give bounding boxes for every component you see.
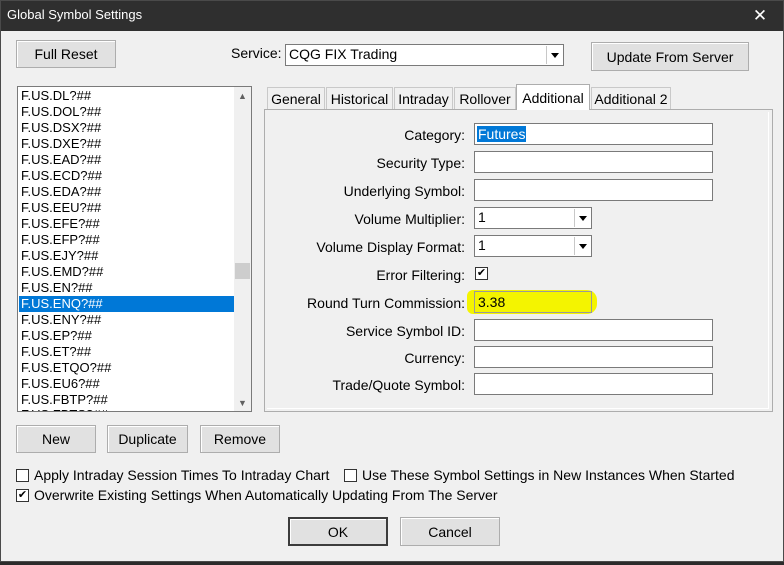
currency-field[interactable] [474,346,713,368]
list-item[interactable]: F.US.ENQ?## [19,296,235,312]
apply-intraday-checkbox[interactable] [16,469,29,482]
cancel-button[interactable]: Cancel [400,517,500,546]
category-label: Category: [404,127,465,143]
list-item[interactable]: F.US.DSX?## [19,120,235,136]
service-select-value: CQG FIX Trading [289,46,398,62]
check-icon: ✔ [17,489,28,501]
use-new-instances-checkbox[interactable] [344,469,357,482]
duplicate-button[interactable]: Duplicate [107,425,188,453]
list-item[interactable]: F.US.DOL?## [19,104,235,120]
scroll-thumb[interactable] [235,263,250,279]
window-title: Global Symbol Settings [7,7,143,22]
volume-display-format-select[interactable]: 1 [474,235,592,257]
service-symbol-id-field[interactable] [474,319,713,341]
new-button[interactable]: New [16,425,96,453]
list-item[interactable]: F.US.EJY?## [19,248,235,264]
list-item[interactable]: F.US.ECD?## [19,168,235,184]
tab-rollover[interactable]: Rollover [454,87,516,109]
security-type-field[interactable] [474,151,713,173]
chevron-down-icon[interactable] [574,237,590,255]
service-symbol-id-label: Service Symbol ID: [345,323,465,339]
round-turn-commission-field[interactable]: 3.38 [474,291,592,313]
volume-display-format-label: Volume Display Format: [316,239,465,255]
security-type-label: Security Type: [376,155,465,171]
chevron-down-icon[interactable] [546,46,562,64]
title-bar: Global Symbol Settings ✕ [1,1,783,31]
apply-intraday-label: Apply Intraday Session Times To Intraday… [34,467,330,483]
underlying-symbol-label: Underlying Symbol: [343,183,465,199]
list-item[interactable]: F.US.EU6?## [19,376,235,392]
trade-quote-symbol-field[interactable] [474,373,713,395]
tab-historical[interactable]: Historical [326,87,393,109]
volume-multiplier-select[interactable]: 1 [474,207,592,229]
tab-general[interactable]: General [267,87,325,109]
list-item[interactable]: F.US.EFE?## [19,216,235,232]
list-scrollbar[interactable]: ▲ ▼ [234,87,251,411]
list-item[interactable]: F.US.EP?## [19,328,235,344]
tab-additional-2[interactable]: Additional 2 [591,87,671,109]
list-item[interactable]: F.US.FBTP?## [19,392,235,408]
currency-label: Currency: [404,350,465,366]
list-item[interactable]: F.US.DL?## [19,88,235,104]
tab-additional[interactable]: Additional [516,84,590,110]
underlying-symbol-field[interactable] [474,179,713,201]
list-item[interactable]: F.US.ETQO?## [19,360,235,376]
use-new-instances-label: Use These Symbol Settings in New Instanc… [362,467,735,483]
list-item[interactable]: F.US.ENY?## [19,312,235,328]
list-item[interactable]: F.US.DXE?## [19,136,235,152]
list-item[interactable]: F.US.EN?## [19,280,235,296]
list-item[interactable]: F.US.ET?## [19,344,235,360]
volume-display-format-value: 1 [478,237,486,253]
list-item[interactable]: F.US.EFP?## [19,232,235,248]
service-label: Service: [231,45,282,61]
volume-multiplier-value: 1 [478,209,486,225]
tab-intraday[interactable]: Intraday [394,87,453,109]
error-filtering-label: Error Filtering: [376,267,465,283]
category-value: Futures [477,126,527,142]
global-symbol-settings-dialog: Global Symbol Settings ✕ Full Reset Serv… [0,0,784,562]
remove-button[interactable]: Remove [200,425,280,453]
update-from-server-button[interactable]: Update From Server [591,42,749,71]
list-item[interactable]: F.US.EMD?## [19,264,235,280]
close-icon[interactable]: ✕ [737,1,783,31]
list-item-partial[interactable]: F.US.FBTS?## [19,407,235,411]
round-turn-commission-label: Round Turn Commission: [307,295,465,311]
trade-quote-symbol-label: Trade/Quote Symbol: [332,377,465,393]
volume-multiplier-label: Volume Multiplier: [354,211,466,227]
list-item[interactable]: F.US.EEU?## [19,200,235,216]
round-turn-commission-value: 3.38 [478,294,506,310]
check-icon: ✔ [476,267,487,279]
category-field[interactable]: Futures [474,123,713,145]
service-select[interactable]: CQG FIX Trading [285,44,564,66]
error-filtering-checkbox[interactable]: ✔ [475,267,488,280]
overwrite-existing-checkbox[interactable]: ✔ [16,489,29,502]
symbol-list[interactable]: F.US.DL?## F.US.DOL?## F.US.DSX?## F.US.DXE… [17,86,252,412]
full-reset-button[interactable]: Full Reset [16,40,116,68]
list-item[interactable]: F.US.EDA?## [19,184,235,200]
scroll-down-icon[interactable]: ▼ [234,394,251,411]
chevron-down-icon[interactable] [574,209,590,227]
list-item[interactable]: F.US.EAD?## [19,152,235,168]
overwrite-existing-label: Overwrite Existing Settings When Automat… [34,487,498,503]
scroll-up-icon[interactable]: ▲ [234,87,251,104]
ok-button[interactable]: OK [288,517,388,546]
